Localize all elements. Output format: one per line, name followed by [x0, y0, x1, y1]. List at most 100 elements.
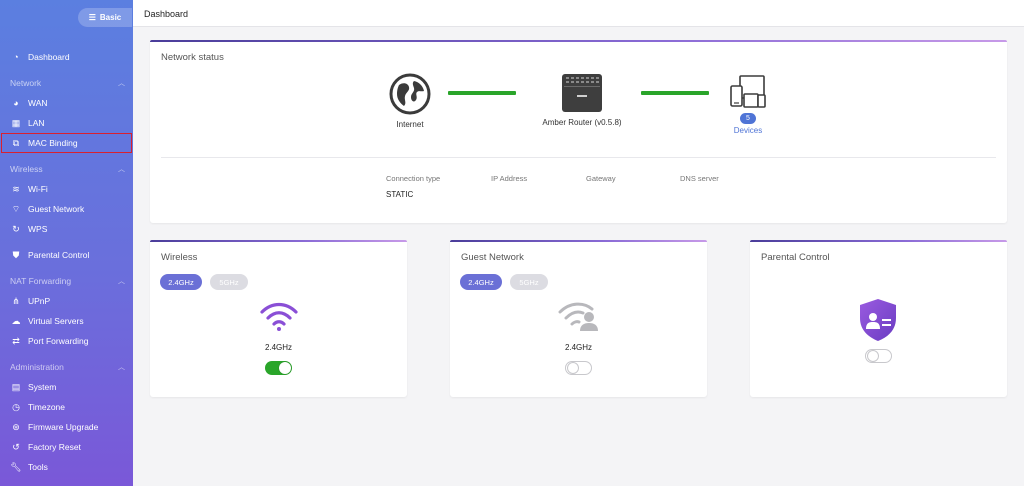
devices-link[interactable]: Devices: [734, 126, 762, 135]
divider: [161, 157, 996, 158]
clock-icon: ◷: [12, 401, 20, 412]
wireless-card: Wireless 2.4GHz 5GHz 2.4GHz: [150, 240, 407, 397]
mode-label: Basic: [99, 13, 122, 22]
wifi-icon: ≋: [12, 183, 20, 194]
band-24ghz-tab[interactable]: 2.4GHz: [460, 274, 502, 290]
toggle-knob: [867, 350, 879, 362]
toggle-knob: [567, 362, 579, 374]
gateway-label: Gateway: [586, 174, 616, 183]
router-label: Amber Router (v0.5.8): [542, 118, 622, 127]
section-label: Network: [10, 78, 42, 88]
sidebar-item-dashboard[interactable]: ◔ Dashboard: [0, 47, 133, 67]
parental-control-card: Parental Control: [750, 240, 1007, 397]
wrench-icon: 🔧︎: [10, 461, 22, 472]
devices-node[interactable]: 5 Devices: [720, 74, 776, 135]
port-icon: ⇄: [12, 335, 20, 346]
guest-network-card: Guest Network 2.4GHz 5GHz 2.4GHz: [450, 240, 707, 397]
sidebar-item-virtual-servers[interactable]: ☁ Virtual Servers: [0, 311, 133, 331]
parental-control-title: Parental Control: [761, 252, 830, 263]
guest-network-title: Guest Network: [461, 252, 524, 263]
sidebar-item-label: System: [28, 382, 57, 392]
section-nat-forwarding[interactable]: NAT Forwarding ︿: [0, 271, 133, 291]
sidebar-item-label: Timezone: [28, 402, 66, 412]
parental-control-toggle[interactable]: [865, 349, 892, 363]
sidebar-item-label: Port Forwarding: [28, 336, 89, 346]
chevron-up-icon: ︿: [118, 278, 125, 285]
internet-node[interactable]: Internet: [382, 73, 438, 129]
wps-icon: ↻: [12, 223, 20, 234]
sidebar-item-label: Factory Reset: [28, 442, 81, 452]
sidebar-item-system[interactable]: ▤ System: [0, 377, 133, 397]
sidebar-item-lan[interactable]: ▦ LAN: [0, 113, 133, 133]
internet-label: Internet: [396, 120, 424, 129]
sidebar-item-label: Tools: [28, 462, 48, 472]
sidebar-item-port-forwarding[interactable]: ⇄ Port Forwarding: [0, 331, 133, 351]
network-tree-icon: ⋔: [12, 295, 20, 306]
sidebar-item-upnp[interactable]: ⋔ UPnP: [0, 291, 133, 311]
ip-address-label: IP Address: [491, 174, 528, 183]
sidebar-item-label: MAC Binding: [28, 138, 78, 148]
band-24ghz-tab[interactable]: 2.4GHz: [160, 274, 202, 290]
chevron-up-icon: ︿: [118, 80, 125, 87]
sidebar-item-parental-control[interactable]: ⛊ Parental Control: [0, 245, 133, 265]
router-node[interactable]: Amber Router (v0.5.8): [527, 73, 637, 127]
dns-server-label: DNS server: [680, 174, 719, 183]
band-5ghz-tab[interactable]: 5GHz: [210, 274, 248, 290]
guest-network-toggle[interactable]: [565, 361, 592, 375]
sidebar-item-label: Wi-Fi: [28, 184, 48, 194]
globe-icon: ◕: [13, 98, 19, 108]
selected-band-label: 2.4GHz: [564, 343, 593, 352]
reset-icon: ↺: [12, 441, 20, 452]
router-link-status: [641, 91, 709, 95]
sidebar-item-label: Parental Control: [28, 250, 90, 260]
network-status-card: Network status Internet Amber Router (v0…: [150, 40, 1007, 223]
band-5ghz-tab[interactable]: 5GHz: [510, 274, 548, 290]
dashboard-icon: ◔: [13, 52, 19, 62]
wireless-title: Wireless: [161, 252, 198, 263]
sidebar-item-timezone[interactable]: ◷ Timezone: [0, 397, 133, 417]
shield-icon: [860, 299, 896, 341]
connection-type-value: STATIC: [386, 190, 414, 199]
mode-toggle-button[interactable]: ☰ Basic: [78, 8, 132, 27]
section-network[interactable]: Network ︿: [0, 73, 133, 93]
guest-wifi-icon: ⌔: [11, 203, 21, 214]
selected-band-label: 2.4GHz: [264, 343, 293, 352]
sidebar: ☰ Basic ◔ Dashboard Network ︿ ◕ WAN ▦ LAN ⧉ M…: [0, 0, 133, 486]
device-count-badge: 5: [740, 113, 756, 124]
globe-icon: [389, 73, 431, 115]
sidebar-item-label: Virtual Servers: [28, 316, 84, 326]
sidebar-item-wps[interactable]: ↻ WPS: [0, 219, 133, 239]
top-bar: Dashboard: [133, 0, 1024, 27]
sidebar-item-label: LAN: [28, 118, 45, 128]
internet-link-status: [448, 91, 516, 95]
sidebar-item-label: Dashboard: [28, 52, 70, 62]
lan-icon: ▦: [11, 117, 21, 128]
chevron-up-icon: ︿: [118, 166, 125, 173]
wifi-icon: [260, 302, 298, 331]
section-label: Administration: [10, 362, 64, 372]
connection-type-label: Connection type: [386, 174, 441, 183]
menu-icon: ☰: [88, 13, 96, 22]
section-label: Wireless: [10, 164, 43, 174]
devices-icon: [730, 75, 766, 108]
system-icon: ▤: [11, 381, 21, 392]
section-administration[interactable]: Administration ︿: [0, 357, 133, 377]
sidebar-item-label: WPS: [28, 224, 48, 234]
wireless-toggle[interactable]: [265, 361, 292, 375]
upgrade-icon: ⊛: [12, 421, 20, 432]
sidebar-item-label: WAN: [28, 98, 48, 108]
sidebar-item-label: UPnP: [28, 296, 51, 306]
sidebar-item-wan[interactable]: ◕ WAN: [0, 93, 133, 113]
toggle-knob: [279, 362, 291, 374]
sidebar-item-guest-network[interactable]: ⌔ Guest Network: [0, 199, 133, 219]
sidebar-item-tools[interactable]: 🔧︎ Tools: [0, 457, 133, 477]
sidebar-item-firmware-upgrade[interactable]: ⊛ Firmware Upgrade: [0, 417, 133, 437]
sidebar-item-wifi[interactable]: ≋ Wi-Fi: [0, 179, 133, 199]
breadcrumb: Dashboard: [144, 9, 189, 19]
section-wireless[interactable]: Wireless ︿: [0, 159, 133, 179]
sidebar-item-label: Guest Network: [28, 204, 85, 214]
sidebar-item-mac-binding[interactable]: ⧉ MAC Binding: [1, 133, 132, 153]
link-icon: ⧉: [12, 137, 20, 148]
network-status-title: Network status: [161, 52, 224, 63]
sidebar-item-factory-reset[interactable]: ↺ Factory Reset: [0, 437, 133, 457]
